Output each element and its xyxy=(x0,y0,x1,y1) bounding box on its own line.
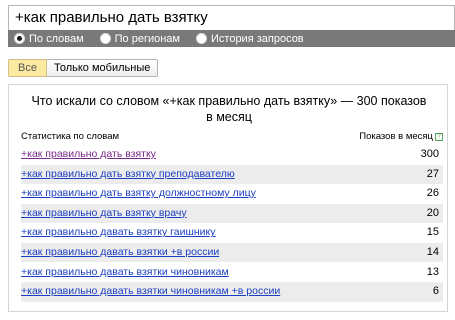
table-row: +как правильно давать взятки +в россии 1… xyxy=(21,242,443,263)
impressions-count: 6 xyxy=(432,285,439,298)
radio-icon[interactable] xyxy=(196,33,207,44)
table-row: +как правильно дать взятку 300 xyxy=(21,145,443,165)
mode-label: По регионам xyxy=(114,32,180,45)
impressions-count: 15 xyxy=(426,226,439,239)
mode-query-history[interactable]: История запросов xyxy=(196,33,304,45)
column-header-phrase: Статистика по словам xyxy=(21,131,120,142)
table-row: +как правильно дать взятку врачу 20 xyxy=(21,203,443,224)
phrase-link[interactable]: +как правильно дать взятку xyxy=(21,145,156,165)
phrase-link[interactable]: +как правильно дать взятку врачу xyxy=(21,204,187,224)
mode-by-regions[interactable]: По регионам xyxy=(99,32,180,45)
table-row: +как правильно давать взятку гаишнику 15 xyxy=(21,223,443,243)
mobile-only-button[interactable]: Только мобильные xyxy=(46,59,159,77)
column-header-count-label: Показов в месяц xyxy=(359,131,433,142)
device-filter-toggle: Все Только мобильные xyxy=(8,59,159,77)
phrase-link[interactable]: +как правильно дать взятку должностному … xyxy=(21,184,256,204)
phrase-link[interactable]: +как правильно давать взятку гаишнику xyxy=(21,223,216,243)
mode-label: По словам xyxy=(29,32,84,45)
impressions-count: 14 xyxy=(426,245,439,258)
all-devices-button[interactable]: Все xyxy=(8,59,47,77)
impressions-count: 300 xyxy=(420,148,439,160)
search-mode-bar: По словам По регионам История запросов xyxy=(8,30,455,47)
table-header: Статистика по словам Показов в месяц ? xyxy=(21,130,443,144)
impressions-count: 26 xyxy=(426,187,439,200)
table-row: +как правильно давать взятки чиновникам … xyxy=(21,263,443,283)
column-header-count: Показов в месяц ? xyxy=(359,130,443,144)
radio-icon[interactable] xyxy=(99,33,111,44)
table-row: +как правильно давать взятки чиновникам … xyxy=(21,282,443,302)
search-input[interactable]: +как правильно дать взятку xyxy=(8,5,455,30)
stats-table: +как правильно дать взятку 300 +как прав… xyxy=(21,145,443,302)
mode-label: История запросов xyxy=(211,32,304,45)
impressions-count: 20 xyxy=(426,206,439,219)
phrase-link[interactable]: +как правильно давать взятки чиновникам … xyxy=(21,282,280,302)
help-icon[interactable]: ? xyxy=(435,133,443,141)
phrase-link[interactable]: +как правильно давать взятки чиновникам xyxy=(21,263,229,283)
phrase-link[interactable]: +как правильно дать взятку преподавателю xyxy=(21,165,235,185)
mode-by-words[interactable]: По словам xyxy=(14,33,84,45)
radio-checked-icon[interactable] xyxy=(14,33,25,44)
table-row: +как правильно дать взятку должностному … xyxy=(21,184,443,204)
impressions-count: 27 xyxy=(426,167,439,180)
word-stats-panel: Что искали со словом «+как правильно дат… xyxy=(8,84,448,312)
panel-title: Что искали со словом «+как правильно дат… xyxy=(31,94,427,124)
impressions-count: 13 xyxy=(426,265,439,278)
phrase-link[interactable]: +как правильно давать взятки +в россии xyxy=(21,243,219,263)
table-row: +как правильно дать взятку преподавателю… xyxy=(21,164,443,185)
